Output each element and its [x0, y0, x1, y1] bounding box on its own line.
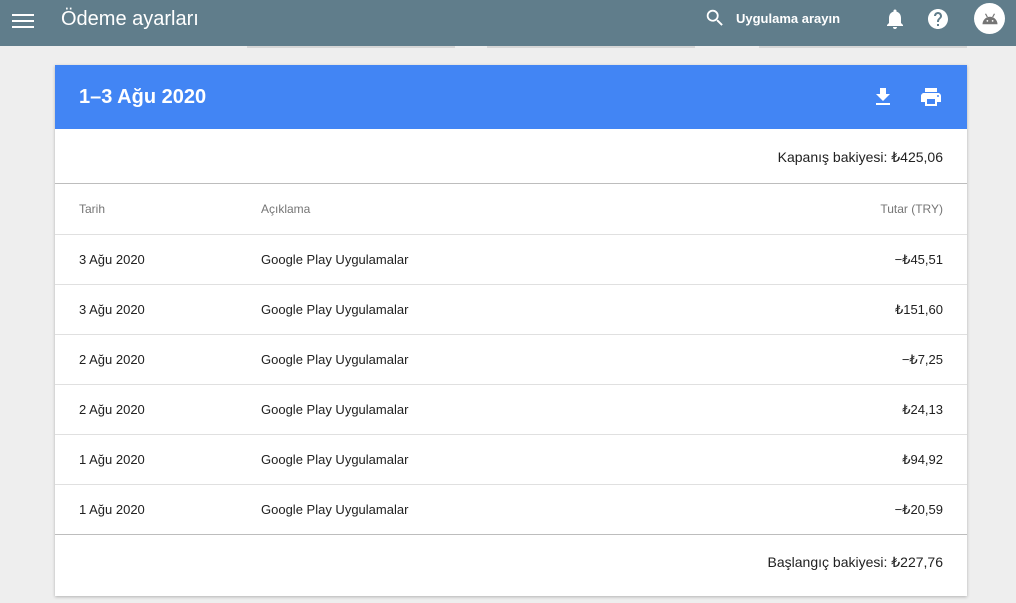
table-row: 1 Ağu 2020 Google Play Uygulamalar −₺20,…	[55, 484, 967, 535]
search-button[interactable]: Uygulama arayın	[704, 7, 840, 29]
row-date: 3 Ağu 2020	[55, 234, 261, 285]
row-description: Google Play Uygulamalar	[261, 284, 706, 335]
tab-underline	[759, 46, 967, 48]
opening-balance: Başlangıç bakiyesi: ₺227,76	[767, 554, 943, 570]
row-amount: ₺151,60	[705, 284, 967, 335]
android-icon	[982, 12, 997, 24]
statement-card: 1–3 Ağu 2020 Kapanış bakiyesi: ₺425,06 T…	[55, 65, 967, 596]
row-description: Google Play Uygulamalar	[261, 234, 706, 285]
search-label: Uygulama arayın	[736, 10, 841, 26]
menu-icon[interactable]	[12, 11, 34, 33]
row-amount: −₺7,25	[705, 334, 967, 385]
closing-balance: Kapanış bakiyesi: ₺425,06	[777, 149, 943, 165]
row-date: 1 Ağu 2020	[55, 484, 261, 535]
notifications-icon[interactable]	[883, 7, 907, 31]
row-date: 1 Ağu 2020	[55, 434, 261, 485]
row-amount: ₺94,92	[705, 434, 967, 485]
row-date: 2 Ağu 2020	[55, 334, 261, 385]
column-header-description: Açıklama	[261, 184, 706, 235]
table-row: 1 Ağu 2020 Google Play Uygulamalar ₺94,9…	[55, 434, 967, 485]
help-icon[interactable]	[926, 7, 950, 31]
table-row: 3 Ağu 2020 Google Play Uygulamalar ₺151,…	[55, 284, 967, 335]
row-amount: ₺24,13	[705, 384, 967, 435]
row-amount: −₺20,59	[705, 484, 967, 535]
opening-balance-row: Başlangıç bakiyesi: ₺227,76	[55, 535, 967, 587]
column-header-amount: Tutar (TRY)	[705, 184, 967, 235]
tab-underline	[487, 46, 695, 48]
closing-balance-row: Kapanış bakiyesi: ₺425,06	[55, 129, 967, 184]
search-icon	[706, 9, 723, 26]
table-header-row: Tarih Açıklama Tutar (TRY)	[55, 184, 967, 235]
account-avatar[interactable]	[974, 3, 1005, 34]
table-row: 2 Ağu 2020 Google Play Uygulamalar −₺7,2…	[55, 334, 967, 385]
transactions-table: Tarih Açıklama Tutar (TRY) 3 Ağu 2020 Go…	[55, 184, 967, 535]
statement-period: 1–3 Ağu 2020	[79, 86, 207, 108]
row-description: Google Play Uygulamalar	[261, 384, 706, 435]
tab-underline	[247, 46, 455, 48]
column-header-date: Tarih	[55, 184, 261, 235]
row-amount: −₺45,51	[705, 234, 967, 285]
statement-header: 1–3 Ağu 2020	[55, 65, 967, 129]
download-icon[interactable]	[871, 85, 895, 109]
table-row: 2 Ağu 2020 Google Play Uygulamalar ₺24,1…	[55, 384, 967, 435]
top-app-bar: Ödeme ayarları Uygulama arayın	[0, 0, 1016, 46]
table-row: 3 Ağu 2020 Google Play Uygulamalar −₺45,…	[55, 234, 967, 285]
row-description: Google Play Uygulamalar	[261, 434, 706, 485]
row-description: Google Play Uygulamalar	[261, 484, 706, 535]
print-icon[interactable]	[919, 85, 943, 109]
page-title: Ödeme ayarları	[61, 8, 199, 30]
row-date: 3 Ağu 2020	[55, 284, 261, 335]
row-description: Google Play Uygulamalar	[261, 334, 706, 385]
row-date: 2 Ağu 2020	[55, 384, 261, 435]
